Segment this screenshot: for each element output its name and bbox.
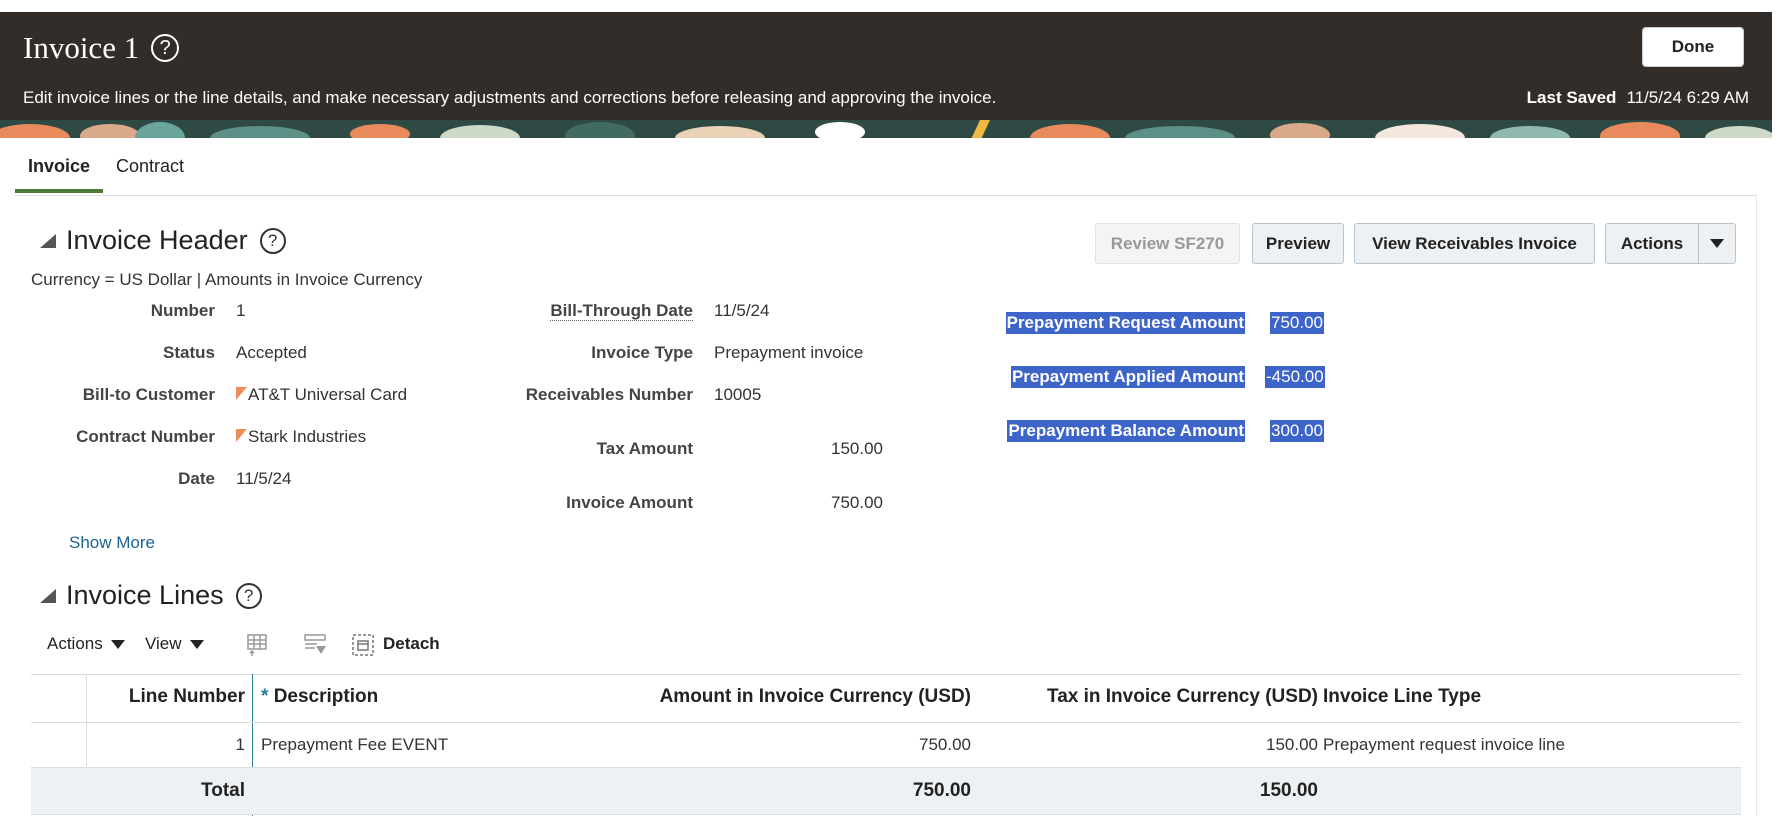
column-header-description[interactable]: * Description (261, 686, 378, 708)
tax-amount-label: Tax Amount (596, 439, 693, 458)
help-icon[interactable]: ? (235, 582, 262, 609)
panel-border (1756, 195, 1757, 815)
date-label: Date (178, 469, 215, 488)
table-row[interactable]: 1 Prepayment Fee EVENT 750.00 150.00 Pre… (31, 723, 1741, 767)
last-saved-value: 11/5/24 6:29 AM (1626, 88, 1749, 107)
lines-view-menu[interactable]: View (145, 634, 204, 654)
invoice-type-value: Prepayment invoice (714, 343, 864, 362)
invoice-lines-heading: Invoice Lines ? (40, 580, 262, 611)
page-title: Invoice 1 ? (23, 30, 180, 66)
flag-icon (236, 387, 247, 400)
date-value: 11/5/24 (236, 469, 292, 488)
invoice-header-heading: Invoice Header ? (40, 225, 286, 256)
column-header-line-type[interactable]: Invoice Line Type (1323, 686, 1481, 708)
prepayment-request-amount-value: 750.00 (1270, 312, 1324, 334)
bill-to-customer-label: Bill-to Customer (82, 385, 215, 404)
decorative-pattern (0, 120, 1772, 138)
done-button[interactable]: Done (1642, 27, 1744, 67)
invoice-amount-label: Invoice Amount (566, 493, 693, 512)
detach-icon[interactable] (350, 632, 376, 658)
tax-amount-value: 150.00 (831, 439, 883, 458)
prepayment-applied-amount-value: -450.00 (1265, 366, 1325, 388)
number-value: 1 (236, 301, 246, 320)
last-saved: Last Saved 11/5/24 6:29 AM (1527, 88, 1749, 108)
bill-through-date-label: Bill-Through Date (550, 301, 693, 321)
bill-through-date-value: 11/5/24 (714, 301, 770, 320)
collapse-triangle-icon[interactable] (40, 233, 56, 248)
currency-note: Currency = US Dollar | Amounts in Invoic… (31, 270, 423, 289)
page-header-banner: Invoice 1 ? Edit invoice lines or the li… (0, 12, 1772, 138)
bill-to-customer-text: AT&T Universal Card (248, 385, 408, 404)
chevron-down-icon (1710, 239, 1724, 248)
bill-through-date-label-text: Bill-Through Date (550, 301, 693, 321)
table-total-row: Total 750.00 150.00 (31, 767, 1741, 815)
cell-line-number: 1 (235, 735, 245, 754)
cell-tax: 150.00 (1266, 735, 1318, 754)
lines-actions-label: Actions (47, 634, 103, 653)
invoice-lines-title: Invoice Lines (66, 580, 224, 610)
chevron-down-icon (110, 639, 125, 649)
actions-dropdown[interactable] (1699, 239, 1735, 248)
tab-bar: Invoice Contract (15, 150, 197, 193)
table-header-row: Line Number * Description Amount in Invo… (31, 674, 1741, 722)
wrap-columns-icon[interactable] (302, 632, 328, 658)
page-title-text: Invoice 1 (23, 30, 140, 65)
cell-line-type: Prepayment request invoice line (1323, 735, 1565, 754)
total-label: Total (201, 780, 245, 801)
total-tax: 150.00 (1259, 780, 1318, 801)
cell-description: Prepayment Fee EVENT (261, 735, 449, 754)
status-value: Accepted (236, 343, 307, 362)
show-more-link[interactable]: Show More (69, 533, 155, 553)
invoice-amount-value: 750.00 (831, 493, 883, 512)
receivables-number-value: 10005 (714, 385, 762, 404)
view-receivables-invoice-button[interactable]: View Receivables Invoice (1354, 223, 1595, 264)
prepayment-balance-amount-label: Prepayment Balance Amount (1007, 420, 1245, 442)
last-saved-label: Last Saved (1526, 88, 1617, 107)
tab-contract[interactable]: Contract (103, 150, 197, 193)
help-icon[interactable]: ? (259, 227, 286, 254)
cell-amount: 750.00 (919, 735, 971, 754)
help-icon[interactable]: ? (151, 34, 180, 62)
actions-split-button[interactable]: Actions (1605, 223, 1736, 264)
review-sf270-button[interactable]: Review SF270 (1095, 223, 1240, 264)
column-header-line-number[interactable]: Line Number (129, 686, 245, 708)
prepayment-request-amount-label: Prepayment Request Amount (1005, 312, 1245, 334)
invoice-header-title: Invoice Header (66, 225, 248, 255)
lines-actions-menu[interactable]: Actions (47, 634, 125, 654)
bill-to-customer-value[interactable]: AT&T Universal Card (236, 385, 407, 405)
status-label: Status (163, 343, 215, 362)
collapse-triangle-icon[interactable] (40, 588, 56, 603)
page-description: Edit invoice lines or the line details, … (23, 88, 997, 107)
invoice-type-label: Invoice Type (591, 343, 693, 362)
tab-divider (15, 195, 1757, 196)
freeze-columns-icon[interactable] (244, 632, 270, 658)
contract-number-label: Contract Number (76, 427, 215, 446)
prepayment-applied-amount-label: Prepayment Applied Amount (1010, 366, 1245, 388)
number-label: Number (150, 301, 215, 320)
contract-number-text: Stark Industries (248, 427, 367, 446)
preview-button[interactable]: Preview (1252, 223, 1344, 264)
column-header-description-text: Description (273, 686, 379, 707)
detach-button[interactable]: Detach (383, 634, 440, 654)
column-header-amount[interactable]: Amount in Invoice Currency (USD) (660, 686, 971, 708)
chevron-down-icon (189, 639, 204, 649)
receivables-number-label: Receivables Number (525, 385, 693, 404)
required-marker: * (261, 686, 269, 707)
actions-button-label[interactable]: Actions (1606, 234, 1698, 254)
flag-icon (236, 429, 247, 442)
total-amount: 750.00 (912, 780, 971, 801)
column-header-tax[interactable]: Tax in Invoice Currency (USD) (1047, 686, 1318, 708)
contract-number-value[interactable]: Stark Industries (236, 427, 366, 447)
tab-invoice[interactable]: Invoice (15, 150, 104, 193)
lines-view-label: View (145, 634, 182, 653)
prepayment-balance-amount-value: 300.00 (1270, 420, 1324, 442)
